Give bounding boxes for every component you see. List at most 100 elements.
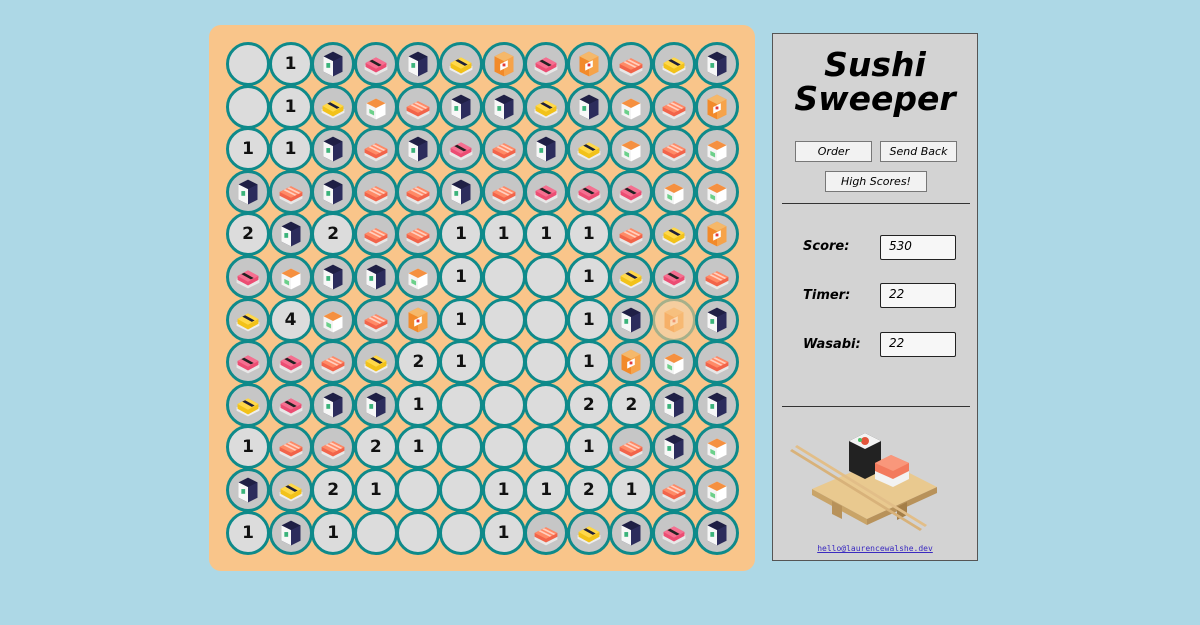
cell-hidden-tamago[interactable] [566, 510, 611, 555]
cell-number[interactable]: 2 [353, 425, 398, 470]
cell-number[interactable]: 1 [268, 42, 313, 86]
cell-hidden-maki[interactable] [652, 425, 696, 470]
cell-hidden-salmon-nigiri[interactable] [353, 127, 398, 172]
cell-hidden-maki[interactable] [694, 297, 739, 342]
cell-number[interactable]: 1 [566, 255, 611, 299]
cell-revealed-empty[interactable] [524, 425, 569, 470]
cell-hidden-tamago[interactable] [353, 340, 398, 385]
cell-number[interactable]: 1 [439, 340, 483, 385]
cell-hidden-salmon-nigiri[interactable] [524, 510, 569, 555]
cell-hidden-salmon-nigiri[interactable] [652, 127, 696, 172]
cell-number[interactable]: 1 [439, 212, 483, 257]
cell-revealed-empty[interactable] [439, 382, 483, 427]
cell-hidden-tuna-nigiri[interactable] [652, 255, 696, 299]
cell-number[interactable]: 1 [439, 255, 483, 299]
cell-revealed-empty[interactable] [226, 84, 270, 129]
cell-hidden-maki[interactable] [226, 468, 270, 512]
cell-hidden-tuna-nigiri[interactable] [524, 169, 569, 214]
cell-revealed-empty[interactable] [524, 297, 569, 342]
cell-number[interactable]: 1 [439, 297, 483, 342]
order-button[interactable]: Order [795, 141, 872, 162]
cell-hidden-tuna-nigiri[interactable] [226, 255, 270, 299]
cell-hidden-tuna-nigiri[interactable] [439, 127, 483, 172]
cell-hidden-salmon-nigiri[interactable] [652, 468, 696, 512]
cell-revealed-empty[interactable] [481, 340, 526, 385]
cell-hidden-maki[interactable] [311, 255, 356, 299]
cell-hidden-salmon-roll[interactable] [609, 340, 654, 385]
cell-revealed-empty[interactable] [524, 255, 569, 299]
cell-revealed-empty[interactable] [353, 510, 398, 555]
cell-hidden-tuna-nigiri[interactable] [652, 510, 696, 555]
cell-hidden-maki[interactable] [396, 42, 441, 86]
cell-hidden-maki[interactable] [439, 84, 483, 129]
cell-hidden-salmon-nigiri[interactable] [396, 212, 441, 257]
cell-revealed-empty[interactable] [481, 297, 526, 342]
cell-hidden-salmon-nigiri[interactable] [311, 425, 356, 470]
cell-hidden-tuna-nigiri[interactable] [226, 340, 270, 385]
cell-hidden-maki[interactable] [524, 127, 569, 172]
cell-number[interactable]: 2 [609, 382, 654, 427]
cell-hidden-tamago[interactable] [268, 468, 313, 512]
cell-number[interactable]: 2 [311, 212, 356, 257]
cell-hidden-salmon-nigiri[interactable] [396, 84, 441, 129]
cell-hidden-salmon-nigiri[interactable] [609, 425, 654, 470]
cell-hidden-salmon-nigiri[interactable] [609, 42, 654, 86]
cell-hidden-tuna-nigiri[interactable] [609, 169, 654, 214]
cell-number[interactable]: 2 [226, 212, 270, 257]
cell-hidden-salmon-nigiri[interactable] [481, 169, 526, 214]
cell-number[interactable]: 1 [396, 382, 441, 427]
cell-hidden-tamago[interactable] [652, 212, 696, 257]
cell-number[interactable]: 1 [524, 468, 569, 512]
cell-hidden-tuna-nigiri[interactable] [268, 382, 313, 427]
cell-hidden-tamago[interactable] [439, 42, 483, 86]
cell-hidden-maki[interactable] [311, 382, 356, 427]
cell-hidden-maki[interactable] [481, 84, 526, 129]
cell-hidden-salmon-roll[interactable] [481, 42, 526, 86]
cell-hidden-salmon-nigiri[interactable] [268, 169, 313, 214]
cell-number[interactable]: 1 [268, 127, 313, 172]
cell-hidden-salmon-nigiri[interactable] [353, 169, 398, 214]
send-back-button[interactable]: Send Back [880, 141, 957, 162]
cell-hidden-maki[interactable] [268, 212, 313, 257]
cell-number[interactable]: 1 [311, 510, 356, 555]
cell-hidden-maki[interactable] [353, 382, 398, 427]
cell-revealed-empty[interactable] [439, 468, 483, 512]
cell-hidden-tamago[interactable] [524, 84, 569, 129]
cell-number[interactable]: 1 [226, 510, 270, 555]
cell-hidden-salmon-maki[interactable] [652, 340, 696, 385]
cell-hidden-tuna-nigiri[interactable] [566, 169, 611, 214]
cell-hidden-maki[interactable] [694, 42, 739, 86]
cell-number[interactable]: 2 [566, 468, 611, 512]
cell-number[interactable]: 1 [566, 212, 611, 257]
cell-hidden-maki[interactable] [226, 169, 270, 214]
cell-number[interactable]: 1 [481, 212, 526, 257]
cell-number[interactable]: 1 [268, 84, 313, 129]
cell-number[interactable]: 1 [481, 468, 526, 512]
contact-email-link[interactable]: hello@laurencewalshe.dev [773, 544, 977, 553]
cell-hidden-salmon-nigiri[interactable] [396, 169, 441, 214]
cell-hidden-salmon-nigiri[interactable] [481, 127, 526, 172]
cell-hidden-tamago[interactable] [226, 382, 270, 427]
cell-revealed-empty[interactable] [396, 468, 441, 512]
cell-number[interactable]: 1 [226, 127, 270, 172]
cell-revealed-empty[interactable] [439, 425, 483, 470]
cell-hidden-maki[interactable] [353, 255, 398, 299]
cell-hidden-maki[interactable] [609, 510, 654, 555]
cell-revealed-empty[interactable] [481, 425, 526, 470]
cell-revealed-empty[interactable] [524, 340, 569, 385]
cell-hidden-salmon-nigiri[interactable] [694, 255, 739, 299]
cell-hidden-tamago[interactable] [566, 127, 611, 172]
cell-hidden-salmon-roll[interactable] [396, 297, 441, 342]
cell-hidden-salmon-nigiri[interactable] [353, 212, 398, 257]
cell-number[interactable]: 2 [311, 468, 356, 512]
cell-hidden-salmon-maki[interactable] [353, 84, 398, 129]
cell-number[interactable]: 2 [566, 382, 611, 427]
cell-number[interactable]: 1 [566, 297, 611, 342]
cell-hidden-maki[interactable] [694, 510, 739, 555]
cell-hidden-salmon-roll[interactable] [694, 84, 739, 129]
cell-hidden-salmon-maki[interactable] [694, 127, 739, 172]
cell-hidden-salmon-maki[interactable] [694, 169, 739, 214]
cell-revealed-empty[interactable] [396, 510, 441, 555]
cell-hidden-tuna-nigiri[interactable] [268, 340, 313, 385]
cell-hidden-maki[interactable] [609, 297, 654, 342]
